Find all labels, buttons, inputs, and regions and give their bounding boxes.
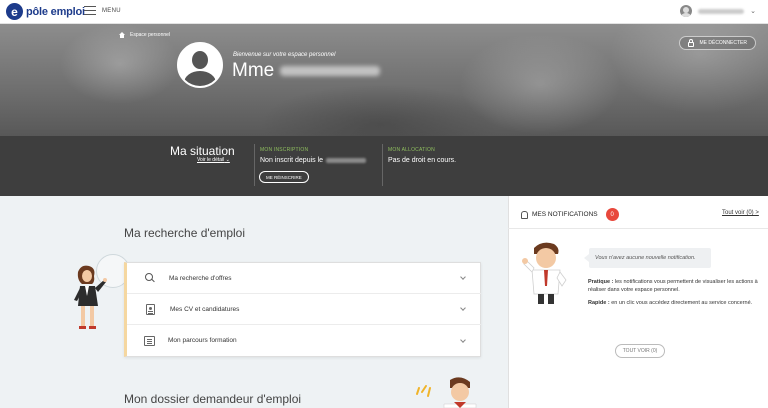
user-fullname-redacted: [280, 66, 381, 76]
hamburger-icon: [84, 6, 96, 15]
user-menu-button[interactable]: ⌄: [680, 5, 756, 17]
pole-emploi-logo[interactable]: e pôle emploi: [6, 3, 85, 20]
logout-label: ME DÉCONNECTER: [699, 40, 747, 46]
situation-band: Ma situation Voir le détail ⌄ MON INSCRI…: [0, 136, 768, 196]
user-greeting: Mme: [232, 60, 381, 82]
user-name-redacted: [698, 8, 745, 14]
empty-notifications-message: Vous n'avez aucune nouvelle notification…: [584, 248, 711, 268]
woman-illustration: [74, 265, 107, 329]
situation-details-link[interactable]: Voir le détail ⌄: [197, 157, 230, 163]
situation-title: Ma situation: [170, 144, 235, 158]
inscription-status: Non inscrit depuis le: [260, 157, 367, 164]
chevron-down-icon: [460, 336, 466, 343]
divider: [508, 228, 768, 229]
man-thinking-illustration: [522, 242, 567, 304]
hero-banner: Espace personnel ME DÉCONNECTER: [0, 24, 768, 136]
allocation-label: MON ALLOCATION: [388, 147, 435, 153]
info-rapide: Rapide : en un clic vous accédez directe…: [588, 300, 753, 306]
man-illustration-bottom: [416, 377, 477, 408]
allocation-status: Pas de droit en cours.: [388, 157, 457, 164]
search-icon: [144, 272, 156, 284]
chevron-down-icon: [460, 274, 466, 280]
list-item-recherche-offres[interactable]: Ma recherche d'offres: [127, 263, 481, 294]
logo-mark-icon: e: [6, 3, 23, 20]
breadcrumb-current: Espace personnel: [130, 32, 171, 38]
welcome-text: Bienvenue sur votre espace personnel: [233, 52, 336, 58]
menu-button[interactable]: MENU: [84, 6, 121, 15]
list-item-parcours-formation[interactable]: Mon parcours formation: [127, 325, 481, 356]
home-icon[interactable]: [119, 32, 125, 38]
list-item-cv-candidatures[interactable]: Mes CV et candidatures: [127, 294, 481, 325]
notifications-header: MES NOTIFICATIONS 0: [520, 208, 619, 221]
menu-label: MENU: [102, 7, 121, 14]
logout-button[interactable]: ME DÉCONNECTER: [679, 36, 756, 50]
list-item-label: Mon parcours formation: [168, 337, 237, 344]
dossier-section-title: Mon dossier demandeur d'emploi: [124, 392, 302, 406]
breadcrumb: Espace personnel: [119, 32, 170, 38]
lock-icon: [688, 38, 695, 47]
inscription-label: MON INSCRIPTION: [260, 147, 309, 153]
profile-avatar: [177, 42, 223, 88]
divider: [382, 144, 383, 186]
notifications-count-badge: 0: [605, 208, 619, 221]
training-icon: [144, 335, 155, 346]
logo-text: pôle emploi: [26, 5, 85, 18]
top-bar: e pôle emploi MENU ⌄: [0, 0, 768, 24]
reinscrire-button[interactable]: ME RÉINSCRIRE: [259, 171, 309, 183]
see-all-notifications-link[interactable]: Tout voir (0) >: [722, 210, 759, 216]
user-avatar-icon: [680, 5, 693, 17]
user-title-prefix: Mme: [232, 60, 275, 81]
notifications-title: MES NOTIFICATIONS: [532, 211, 598, 218]
chevron-down-icon: ⌄: [750, 8, 756, 15]
list-item-label: Ma recherche d'offres: [169, 274, 232, 282]
inscription-date-redacted: [326, 158, 367, 163]
cv-icon: [146, 303, 155, 315]
see-all-button[interactable]: TOUT VOIR (0): [615, 344, 665, 358]
bell-icon: [520, 210, 528, 219]
recherche-card: Ma recherche d'offres Mes CV et candidat…: [124, 262, 481, 357]
info-pratique: Pratique : les notifications vous permet…: [588, 279, 758, 294]
chevron-down-icon: [460, 305, 466, 311]
list-item-label: Mes CV et candidatures: [170, 305, 240, 313]
recherche-section-title: Ma recherche d'emploi: [124, 226, 246, 240]
divider: [254, 144, 255, 186]
